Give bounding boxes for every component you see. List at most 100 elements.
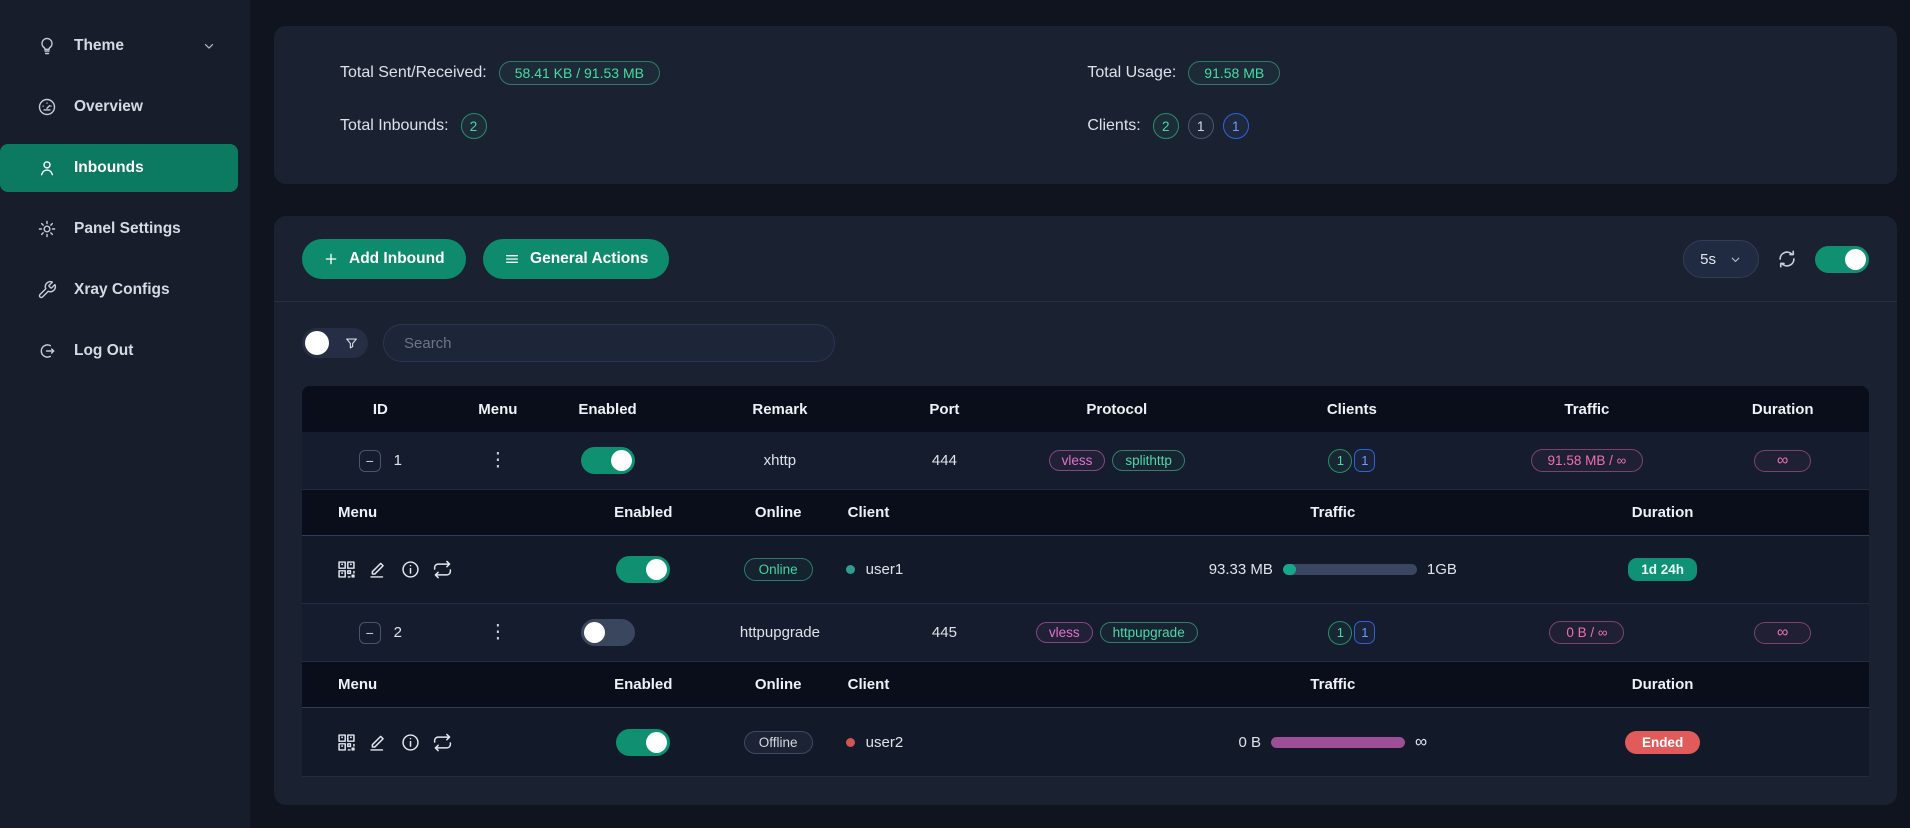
toolbar-left: Add Inbound General Actions (302, 239, 669, 279)
col-header-menu: Menu (336, 676, 377, 693)
online-status-badge: Online (744, 558, 813, 581)
traffic-progress-fill (1271, 737, 1405, 748)
protocol-badge: vless (1049, 450, 1106, 471)
col-header-client: Client (846, 676, 890, 693)
stats-card: Total Sent/Received: 58.41 KB / 91.53 MB… (274, 26, 1897, 184)
client-cell: user2 (846, 734, 1116, 751)
client-name: user2 (866, 734, 904, 751)
client-enabled-toggle[interactable] (616, 729, 670, 756)
collapse-row-button[interactable]: − (359, 450, 381, 472)
toolbar-right: 5s (1683, 240, 1869, 278)
col-header-id: ID (302, 401, 459, 418)
main-content: Total Sent/Received: 58.41 KB / 91.53 MB… (250, 0, 1910, 828)
sidebar-item-xray-configs[interactable]: Xray Configs (0, 266, 238, 314)
sidebar-item-theme[interactable]: Theme (0, 22, 238, 70)
collapse-row-button[interactable]: − (359, 622, 381, 644)
col-header-menu: Menu (336, 504, 377, 521)
traffic-progress-fill (1283, 564, 1296, 575)
traffic-cap: ∞ (1415, 732, 1427, 752)
client-status-dot (846, 565, 855, 574)
sidebar-item-label: Panel Settings (74, 220, 181, 238)
protocol-badges: vless httpupgrade (1007, 622, 1226, 643)
repeat-icon (432, 732, 453, 753)
filter-toggle[interactable] (302, 328, 368, 358)
table-header: ID Menu Enabled Remark Port Protocol Cli… (302, 386, 1869, 432)
gauge-icon (37, 97, 57, 117)
traffic-used: 93.33 MB (1209, 561, 1273, 578)
qr-code-button[interactable] (336, 559, 357, 580)
col-header-port: Port (882, 401, 1007, 418)
gear-icon (37, 219, 57, 239)
sidebar-item-panel-settings[interactable]: Panel Settings (0, 205, 238, 253)
reset-traffic-button[interactable] (432, 559, 453, 580)
general-actions-button[interactable]: General Actions (483, 239, 669, 279)
toggle-knob (1845, 249, 1866, 270)
clients-label: Clients: (1087, 117, 1140, 135)
sidebar: Theme Overview Inbounds Panel Settings X… (0, 0, 250, 828)
chevron-down-icon (1729, 253, 1742, 266)
refresh-button[interactable] (1776, 248, 1798, 270)
inbound-enabled-toggle[interactable] (581, 447, 635, 474)
toggle-knob (305, 331, 329, 355)
client-menu-icons (336, 559, 576, 580)
clients-count-online: 2 (1153, 113, 1179, 139)
col-header-protocol: Protocol (1007, 401, 1226, 418)
client-row: Online user1 93.33 MB 1GB 1d 24h (302, 536, 1869, 604)
plus-icon (323, 251, 339, 267)
chevron-down-icon (202, 39, 216, 53)
repeat-icon (432, 559, 453, 580)
col-header-enabled: Enabled (537, 401, 678, 418)
general-actions-label: General Actions (530, 250, 648, 268)
info-icon (400, 732, 421, 753)
client-info-button[interactable] (400, 732, 421, 753)
client-duration-badge: 1d 24h (1628, 558, 1697, 581)
row-menu-button[interactable]: ⋮ (459, 621, 537, 644)
edit-client-button[interactable] (368, 559, 389, 580)
protocol-badge: httpupgrade (1100, 622, 1198, 643)
col-header-duration: Duration (1697, 401, 1869, 418)
col-header-duration: Duration (1550, 676, 1775, 693)
pencil-icon (368, 559, 389, 580)
reset-traffic-button[interactable] (432, 732, 453, 753)
auto-refresh-toggle[interactable] (1815, 246, 1869, 273)
client-row: Offline user2 0 B ∞ Ended (302, 708, 1869, 776)
client-count-badge: 1 (1354, 449, 1375, 472)
online-status-badge: Offline (744, 731, 813, 754)
sidebar-item-label: Log Out (74, 342, 133, 360)
edit-client-button[interactable] (368, 732, 389, 753)
protocol-badge: vless (1036, 622, 1093, 643)
logout-icon (37, 341, 57, 361)
traffic-cap: 1GB (1427, 561, 1457, 578)
client-table-header: Menu Enabled Online Client Traffic Durat… (302, 490, 1869, 536)
traffic-progress-bar (1283, 564, 1417, 575)
toolbar: Add Inbound General Actions 5s (274, 216, 1897, 302)
wrench-icon (37, 280, 57, 300)
search-input[interactable] (383, 324, 835, 362)
funnel-icon (344, 336, 359, 351)
client-table-header: Menu Enabled Online Client Traffic Durat… (302, 662, 1869, 708)
traffic-badge: 91.58 MB / ∞ (1531, 449, 1644, 472)
clients-badges: 2 1 1 (1153, 113, 1249, 139)
client-info-button[interactable] (400, 559, 421, 580)
sidebar-item-overview[interactable]: Overview (0, 83, 238, 131)
protocol-badges: vless splithttp (1007, 450, 1226, 471)
toggle-knob (584, 622, 605, 643)
row-menu-button[interactable]: ⋮ (459, 449, 537, 472)
add-inbound-label: Add Inbound (349, 250, 445, 268)
sidebar-item-logout[interactable]: Log Out (0, 327, 238, 375)
refresh-interval-select[interactable]: 5s (1683, 240, 1759, 278)
inbound-remark: xhttp (678, 452, 882, 469)
refresh-interval-value: 5s (1700, 251, 1716, 268)
client-enabled-toggle[interactable] (616, 556, 670, 583)
total-sent-received-label: Total Sent/Received: (340, 64, 487, 82)
total-inbounds-label: Total Inbounds: (340, 117, 449, 135)
col-header-client: Client (846, 504, 890, 521)
id-cell: − 1 (302, 450, 459, 472)
clients-badges: 1 1 (1226, 621, 1477, 645)
sidebar-item-inbounds[interactable]: Inbounds (0, 144, 238, 192)
inbound-enabled-toggle[interactable] (581, 619, 635, 646)
duration-badge: ∞ (1754, 450, 1811, 472)
menu-lines-icon (504, 251, 520, 267)
qr-code-button[interactable] (336, 732, 357, 753)
add-inbound-button[interactable]: Add Inbound (302, 239, 466, 279)
